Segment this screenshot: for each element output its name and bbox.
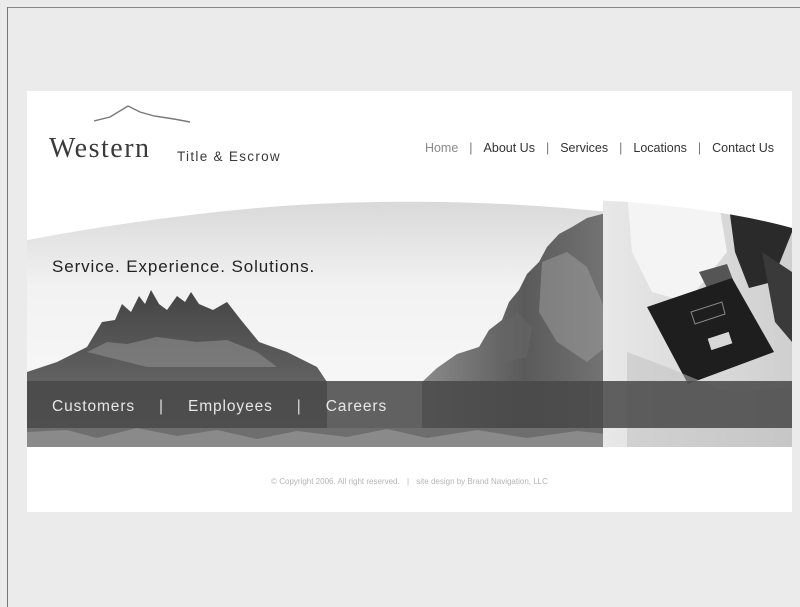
copyright-text: © Copyright 2006. All right reserved. xyxy=(271,477,400,486)
footer-separator: | xyxy=(406,477,410,486)
brand-subtitle: Title & Escrow xyxy=(177,149,281,164)
nav-separator: | xyxy=(697,141,702,155)
subnav-employees-link[interactable]: Employees xyxy=(188,398,273,416)
site-credit-link[interactable]: site design by Brand Navigation, LLC xyxy=(416,477,548,486)
window-border-left xyxy=(7,7,8,607)
audience-navigation: Customers | Employees | Careers xyxy=(52,398,387,416)
site-container: Western Title & Escrow Home | About Us |… xyxy=(27,91,792,512)
nav-locations-link[interactable]: Locations xyxy=(633,141,687,155)
hero-tagline: Service. Experience. Solutions. xyxy=(52,257,316,276)
hero-banner: Service. Experience. Solutions. Customer… xyxy=(27,192,792,447)
subnav-customers-link[interactable]: Customers xyxy=(52,398,135,416)
window-border-top xyxy=(7,7,800,8)
nav-about-us-link[interactable]: About Us xyxy=(484,141,535,155)
site-logo[interactable]: Western Title & Escrow xyxy=(49,101,309,164)
nav-separator: | xyxy=(619,141,623,155)
subnav-separator: | xyxy=(159,398,164,415)
subnav-separator: | xyxy=(296,398,302,415)
nav-contact-us-link[interactable]: Contact Us xyxy=(712,141,774,155)
site-footer: © Copyright 2006. All right reserved. | … xyxy=(27,477,792,486)
brand-name: Western xyxy=(49,133,151,164)
subnav-careers-link[interactable]: Careers xyxy=(326,398,387,416)
nav-home-link[interactable]: Home xyxy=(425,141,458,155)
mountain-logo-icon xyxy=(94,105,190,123)
nav-separator: | xyxy=(545,141,550,155)
nav-services-link[interactable]: Services xyxy=(560,141,608,155)
nav-separator: | xyxy=(469,141,473,155)
top-navigation: Home | About Us | Services | Locations |… xyxy=(425,141,774,155)
